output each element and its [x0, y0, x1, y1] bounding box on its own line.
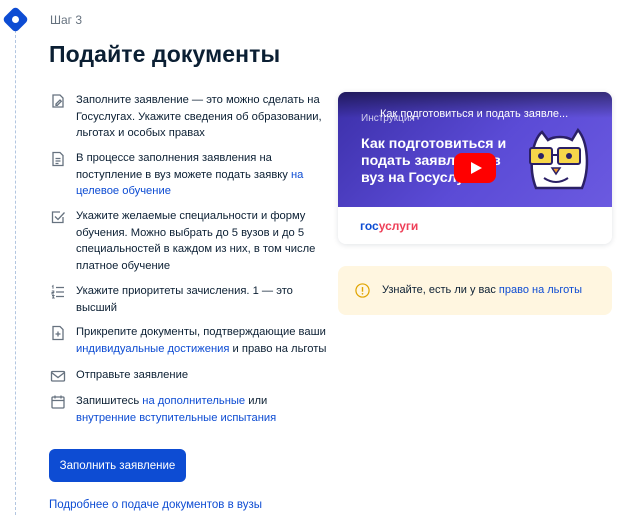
step-text-part: Укажите желаемые специальности и форму о…	[76, 210, 316, 272]
progress-timeline	[0, 0, 30, 515]
edit-document-icon	[50, 93, 66, 109]
numbered-list-icon	[50, 284, 66, 300]
video-card[interactable]: Инструкция Как подготовиться и подать за…	[338, 92, 612, 244]
step-text-part: Укажите приоритеты зачисления. 1 — это в…	[76, 285, 293, 314]
timeline-line	[15, 30, 16, 515]
benefits-link[interactable]: право на льготы	[499, 284, 582, 296]
step-text-part: Запишитесь	[76, 395, 143, 407]
more-about-documents-link[interactable]: Подробнее о подаче документов в вузы	[49, 499, 262, 511]
step-text-part: Отправьте заявление	[76, 369, 189, 381]
step-item-fill-application: Заполните заявление — это можно сделать …	[50, 92, 330, 142]
step-link[interactable]: на дополнительные	[142, 395, 245, 407]
step-link[interactable]: внутренние вступительные испытания	[76, 412, 276, 424]
owl-mascot-icon	[529, 127, 589, 190]
step-item-specialties: Укажите желаемые специальности и форму о…	[50, 208, 330, 274]
step-marker-icon	[2, 6, 29, 33]
step-item-priorities: Укажите приоритеты зачисления. 1 — это в…	[50, 283, 330, 316]
document-icon	[50, 151, 66, 167]
video-brand-row: госуслуги	[338, 207, 612, 244]
calendar-icon	[50, 394, 66, 410]
step-text: Укажите желаемые специальности и форму о…	[76, 208, 330, 274]
video-thumbnail[interactable]: Инструкция Как подготовиться и подать за…	[338, 92, 612, 207]
checkbox-icon	[50, 209, 66, 225]
play-button[interactable]	[454, 153, 496, 183]
step-item-attach-documents: Прикрепите документы, подтверждающие ваш…	[50, 324, 330, 357]
step-item-targeted-training: В процессе заполнения заявления на посту…	[50, 150, 330, 200]
step-text: В процессе заполнения заявления на посту…	[76, 150, 330, 200]
step-text-part: В процессе заполнения заявления на посту…	[76, 152, 291, 181]
fill-application-button[interactable]: Заполнить заявление	[49, 449, 186, 482]
step-text: Заполните заявление — это можно сделать …	[76, 92, 330, 142]
step-text: Прикрепите документы, подтверждающие ваш…	[76, 324, 330, 357]
gosuslugi-logo: госуслуги	[360, 219, 419, 233]
step-text-part: Прикрепите документы, подтверждающие ваш…	[76, 326, 326, 338]
step-text: Запишитесь на дополнительные или внутрен…	[76, 393, 330, 426]
step-text-part: и право на льготы	[229, 342, 327, 355]
page-title: Подайте документы	[49, 41, 281, 67]
step-item-entrance-exams: Запишитесь на дополнительные или внутрен…	[50, 393, 330, 426]
step-link[interactable]: индивидуальные достижения	[76, 343, 229, 355]
step-text: Укажите приоритеты зачисления. 1 — это в…	[76, 283, 330, 316]
step-text: Отправьте заявление	[76, 367, 330, 384]
notice-text: Узнайте, есть ли у вас право на льготы	[382, 284, 582, 296]
info-icon	[355, 283, 370, 298]
envelope-icon	[50, 368, 66, 384]
step-label: Шаг 3	[50, 13, 83, 27]
benefits-notice: Узнайте, есть ли у вас право на льготы	[338, 266, 612, 315]
attach-document-icon	[50, 325, 66, 341]
step-text-part: или	[245, 395, 268, 407]
step-item-send-application: Отправьте заявление	[50, 367, 330, 384]
step-text-part: Заполните заявление — это можно сделать …	[76, 94, 322, 139]
